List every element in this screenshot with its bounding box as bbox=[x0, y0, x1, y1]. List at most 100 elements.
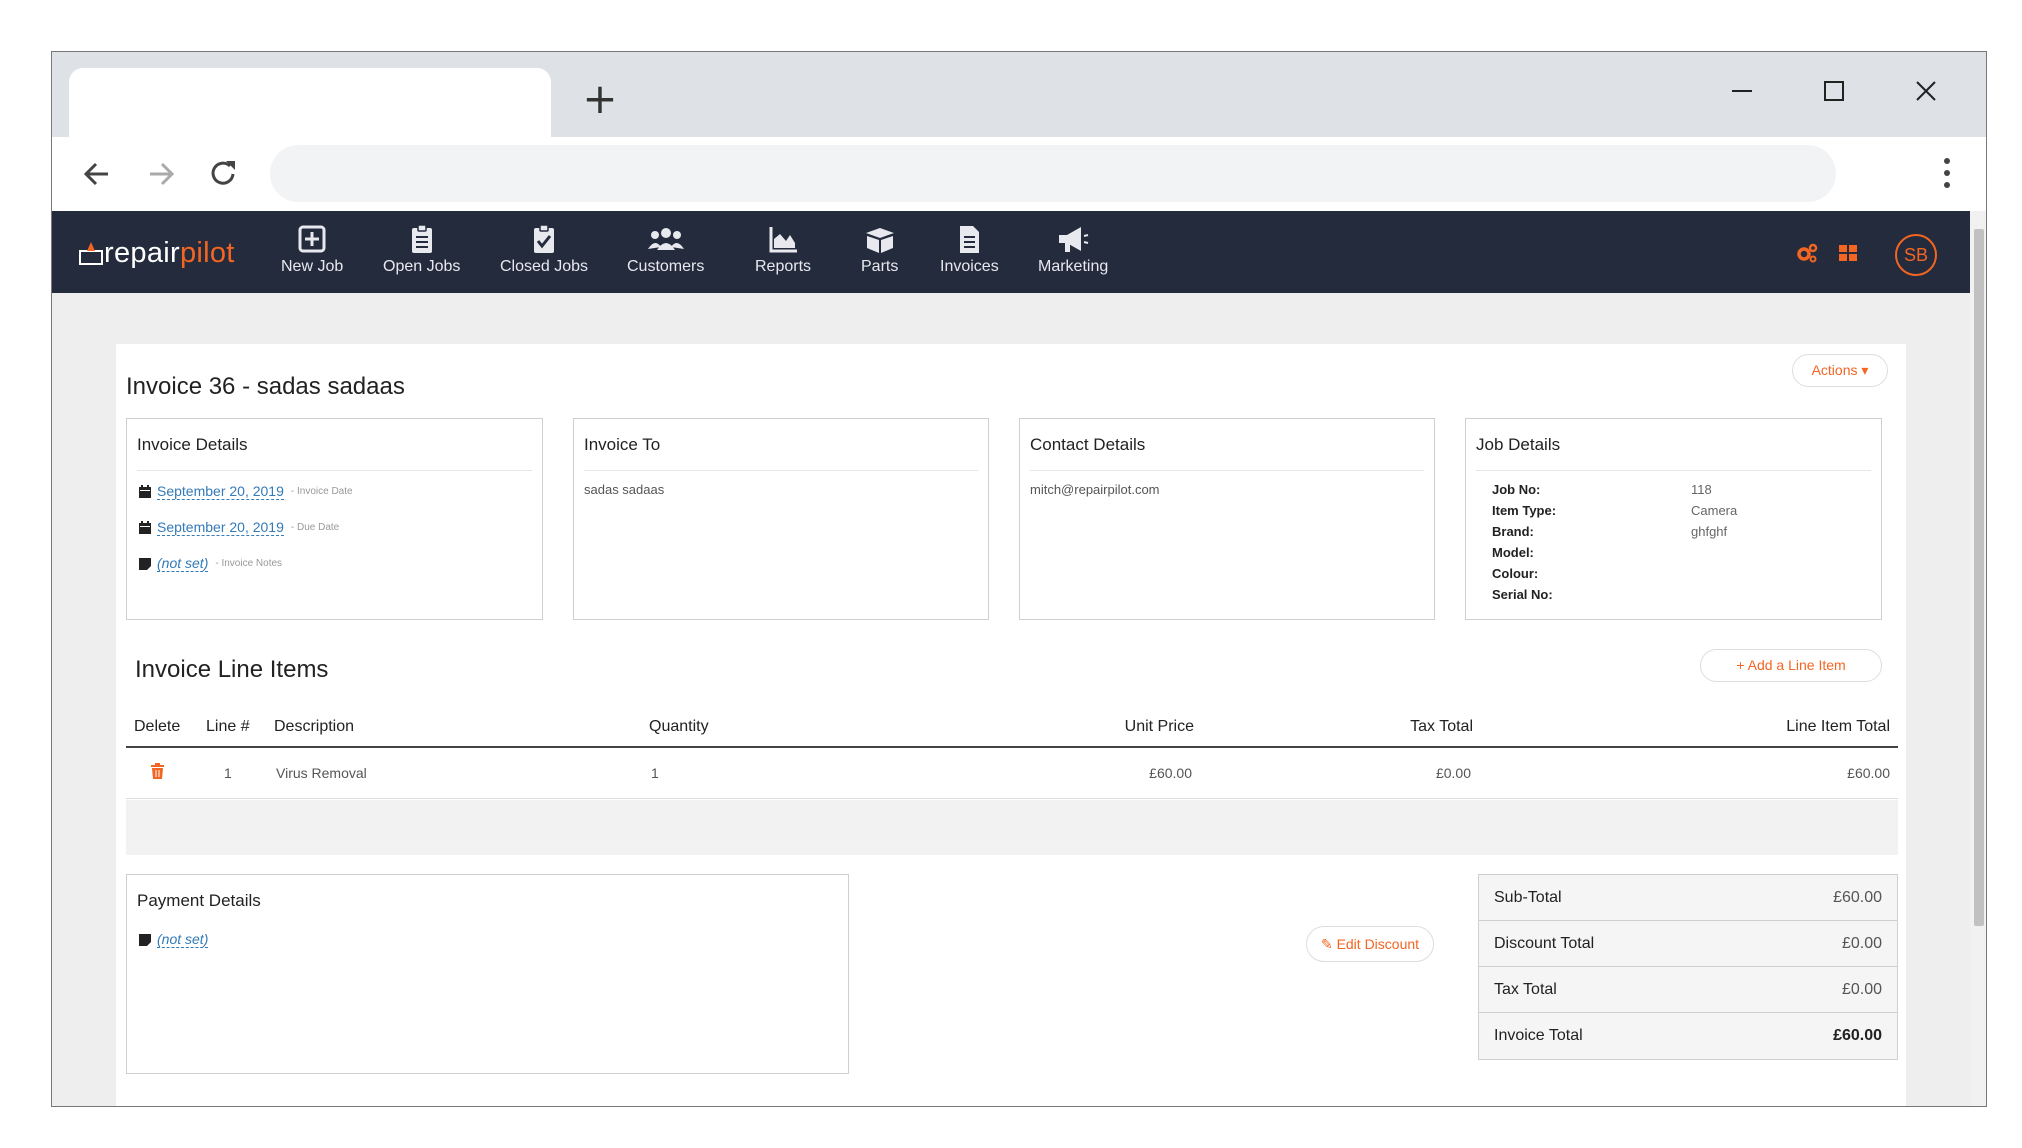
nav-label: Open Jobs bbox=[383, 258, 461, 275]
line-quantity: 1 bbox=[651, 765, 659, 781]
job-value: 118 bbox=[1691, 482, 1712, 497]
job-value: Camera bbox=[1691, 503, 1738, 518]
totals-value: £0.00 bbox=[1841, 934, 1882, 952]
totals-row: Sub-Total £60.00 bbox=[1479, 875, 1897, 921]
page-title: Invoice 36 - sadas sadaas bbox=[126, 373, 405, 400]
nav-invoices[interactable]: Invoices bbox=[940, 223, 999, 276]
nav-label: Marketing bbox=[1038, 258, 1109, 275]
plus-icon: + bbox=[1736, 657, 1745, 673]
sticky-note-icon bbox=[139, 933, 151, 946]
scrollbar-thumb[interactable] bbox=[1974, 229, 1984, 926]
totals-row: Discount Total £0.00 bbox=[1479, 921, 1897, 967]
totals-row: Invoice Total £60.00 bbox=[1479, 1013, 1897, 1059]
line-description: Virus Removal bbox=[276, 765, 367, 781]
invoice-total-value: £60.00 bbox=[1833, 1027, 1882, 1044]
area-chart-icon bbox=[769, 227, 798, 253]
app-viewport: repair pilot New Job Open Jobs Closed Job… bbox=[52, 211, 1970, 1106]
logo-icon bbox=[79, 242, 103, 265]
browser-menu-icon[interactable] bbox=[1932, 153, 1962, 193]
invoice-notes-hint: - Invoice Notes bbox=[215, 558, 283, 569]
box-open-icon bbox=[865, 228, 894, 253]
due-date-link[interactable]: September 20, 2019 bbox=[157, 519, 284, 536]
reload-icon[interactable] bbox=[198, 149, 248, 199]
payment-details-panel: Payment Details (not set) bbox=[126, 874, 849, 1074]
tab-strip: + bbox=[52, 52, 1986, 137]
nav-label: Closed Jobs bbox=[500, 258, 589, 275]
address-bar[interactable] bbox=[270, 145, 1836, 202]
avatar[interactable]: SB bbox=[1895, 234, 1937, 276]
table-footer-row bbox=[126, 800, 1898, 855]
browser-toolbar bbox=[52, 137, 1986, 211]
column-header: Tax Total bbox=[1410, 718, 1473, 735]
actions-button[interactable]: Actions ▾ bbox=[1792, 354, 1888, 387]
nav-label: Customers bbox=[627, 258, 705, 275]
table-row: 1 Virus Removal 1 £60.00 £0.00 £60.00 bbox=[126, 748, 1898, 799]
totals-table: Sub-Total £60.00 Discount Total £0.00 Tax … bbox=[1478, 874, 1898, 1060]
column-header: Line Item Total bbox=[1786, 718, 1890, 735]
caret-down-icon: ▾ bbox=[1861, 362, 1869, 378]
job-label: Brand: bbox=[1492, 524, 1534, 539]
column-header: Unit Price bbox=[1124, 718, 1194, 735]
new-tab-button[interactable]: + bbox=[575, 74, 625, 124]
panel-heading: Contact Details bbox=[1030, 435, 1424, 471]
totals-row: Tax Total £0.00 bbox=[1479, 967, 1897, 1013]
nav-label: New Job bbox=[281, 258, 344, 275]
nav-reports[interactable]: Reports bbox=[755, 223, 811, 276]
line-unit-price: £60.00 bbox=[1149, 765, 1192, 781]
table-header: Delete Line # Description Quantity Unit … bbox=[126, 718, 1898, 748]
page-scrollbar[interactable] bbox=[1970, 211, 1986, 1106]
panel-heading: Invoice Details bbox=[137, 435, 532, 471]
browser-tab[interactable] bbox=[69, 68, 551, 137]
nav-open-jobs[interactable]: Open Jobs bbox=[383, 223, 460, 276]
maximize-icon[interactable] bbox=[1804, 66, 1864, 116]
panel-heading: Invoice To bbox=[584, 435, 978, 471]
line-number: 1 bbox=[224, 765, 232, 781]
logo-text-repair: repair bbox=[104, 236, 180, 269]
due-date-row: September 20, 2019 - Due Date bbox=[139, 519, 339, 536]
grid-icon[interactable] bbox=[1839, 245, 1857, 261]
invoice-notes-link[interactable]: (not set) bbox=[157, 555, 209, 572]
job-label: Colour: bbox=[1492, 566, 1539, 581]
line-tax-total: £0.00 bbox=[1435, 765, 1471, 781]
invoice-date-row: September 20, 2019 - Invoice Date bbox=[139, 483, 353, 500]
minimize-icon[interactable] bbox=[1712, 66, 1772, 116]
totals-label: Invoice Total bbox=[1494, 1027, 1583, 1044]
invoice-date-hint: - Invoice Date bbox=[290, 486, 353, 497]
nav-marketing[interactable]: Marketing bbox=[1038, 223, 1108, 276]
edit-discount-label: Edit Discount bbox=[1336, 936, 1420, 952]
payment-notes-row: (not set) bbox=[139, 931, 209, 948]
calendar-icon bbox=[139, 485, 151, 498]
repairpilot-logo[interactable]: repair pilot bbox=[78, 235, 235, 271]
totals-label: Sub-Total bbox=[1494, 888, 1562, 906]
file-invoice-icon bbox=[960, 226, 980, 253]
totals-value: £60.00 bbox=[1833, 888, 1882, 906]
payment-notes-link[interactable]: (not set) bbox=[157, 931, 209, 948]
nav-customers[interactable]: Customers bbox=[627, 223, 704, 276]
column-header: Description bbox=[274, 718, 355, 735]
nav-label: Invoices bbox=[940, 258, 999, 275]
forward-icon[interactable] bbox=[136, 149, 186, 199]
totals-label: Discount Total bbox=[1494, 934, 1595, 952]
job-label: Serial No: bbox=[1492, 587, 1553, 602]
edit-discount-button[interactable]: ✎ Edit Discount bbox=[1306, 926, 1434, 962]
actions-label: Actions bbox=[1811, 362, 1858, 378]
cogs-icon[interactable] bbox=[1796, 243, 1818, 263]
back-icon[interactable] bbox=[72, 149, 122, 199]
job-value: ghfghf bbox=[1691, 524, 1728, 539]
line-items-heading: Invoice Line Items bbox=[135, 656, 329, 683]
line-item-total: £60.00 bbox=[1847, 765, 1890, 781]
job-label: Model: bbox=[1492, 545, 1534, 560]
calendar-icon bbox=[139, 521, 151, 534]
add-line-item-button[interactable]: + Add a Line Item bbox=[1700, 649, 1882, 682]
invoice-card: Invoice 36 - sadas sadaas Actions ▾ Invo… bbox=[116, 344, 1906, 1106]
panel-heading: Job Details bbox=[1476, 435, 1871, 471]
column-header: Delete bbox=[134, 718, 181, 735]
invoice-date-link[interactable]: September 20, 2019 bbox=[157, 483, 284, 500]
nav-new-job[interactable]: New Job bbox=[281, 223, 343, 276]
column-header: Line # bbox=[206, 718, 250, 735]
nav-parts[interactable]: Parts bbox=[861, 223, 898, 276]
close-icon[interactable] bbox=[1896, 66, 1956, 116]
nav-closed-jobs[interactable]: Closed Jobs bbox=[500, 223, 588, 276]
trash-icon[interactable] bbox=[151, 763, 164, 779]
panel-heading: Payment Details bbox=[137, 891, 261, 910]
